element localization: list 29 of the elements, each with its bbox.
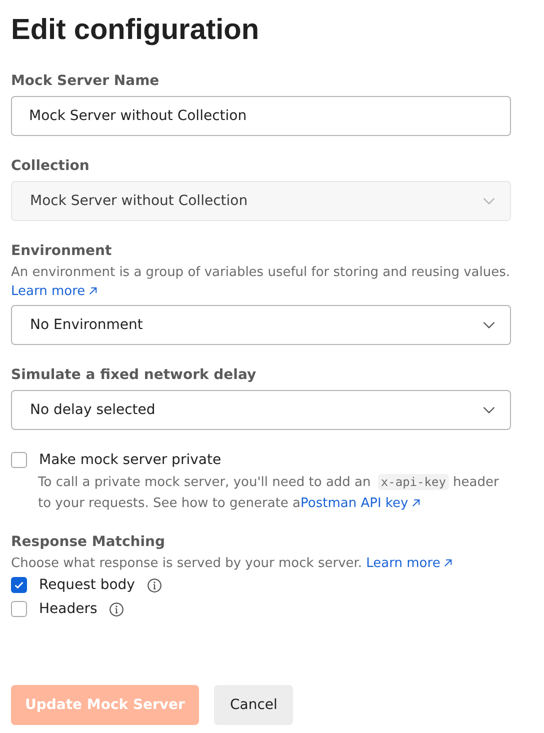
field-label: Simulate a fixed network delay xyxy=(11,367,258,383)
help-text: To call a private mock server, you'll need to add an x-api-key header to your requests. See how to generate aPostman API key xyxy=(38,473,500,513)
info-icon xyxy=(146,578,162,592)
section-description: Choose what response is served by your mock server. Learn more xyxy=(11,554,511,573)
checkbox[interactable] xyxy=(11,601,27,617)
field-description: An environment is a group of variables useful for storing and reusing values. Learn more xyxy=(11,264,511,301)
dropdown-field[interactable]: No delay selected xyxy=(11,390,511,430)
learn-more-link[interactable]: Learn more xyxy=(366,556,454,571)
cancel-button[interactable]: Cancel xyxy=(214,685,294,725)
section-title: Response Matching xyxy=(11,534,166,550)
api-key-link[interactable]: Postman API key xyxy=(300,496,422,511)
checkbox-label: Request body xyxy=(39,577,135,593)
info-icon xyxy=(109,602,124,616)
external-link-icon xyxy=(411,498,422,508)
checkbox[interactable] xyxy=(11,577,27,593)
field-label: Environment xyxy=(11,243,113,259)
page-title: Edit configuration xyxy=(11,14,260,47)
text-input-field[interactable]: Mock Server without Collection xyxy=(11,96,511,136)
checkbox-label: Headers xyxy=(39,601,98,617)
code-snippet: x-api-key xyxy=(378,474,449,490)
checkbox-label: Make mock server private xyxy=(39,452,222,468)
dropdown-field[interactable]: No Environment xyxy=(11,305,511,345)
learn-more-link[interactable]: Learn more xyxy=(11,284,98,299)
field-label: Collection xyxy=(11,158,90,174)
external-link-icon xyxy=(88,286,98,296)
external-link-icon xyxy=(443,558,454,568)
field-label: Mock Server Name xyxy=(11,73,160,89)
checkbox[interactable] xyxy=(11,452,27,468)
checkmark-icon xyxy=(13,579,25,591)
